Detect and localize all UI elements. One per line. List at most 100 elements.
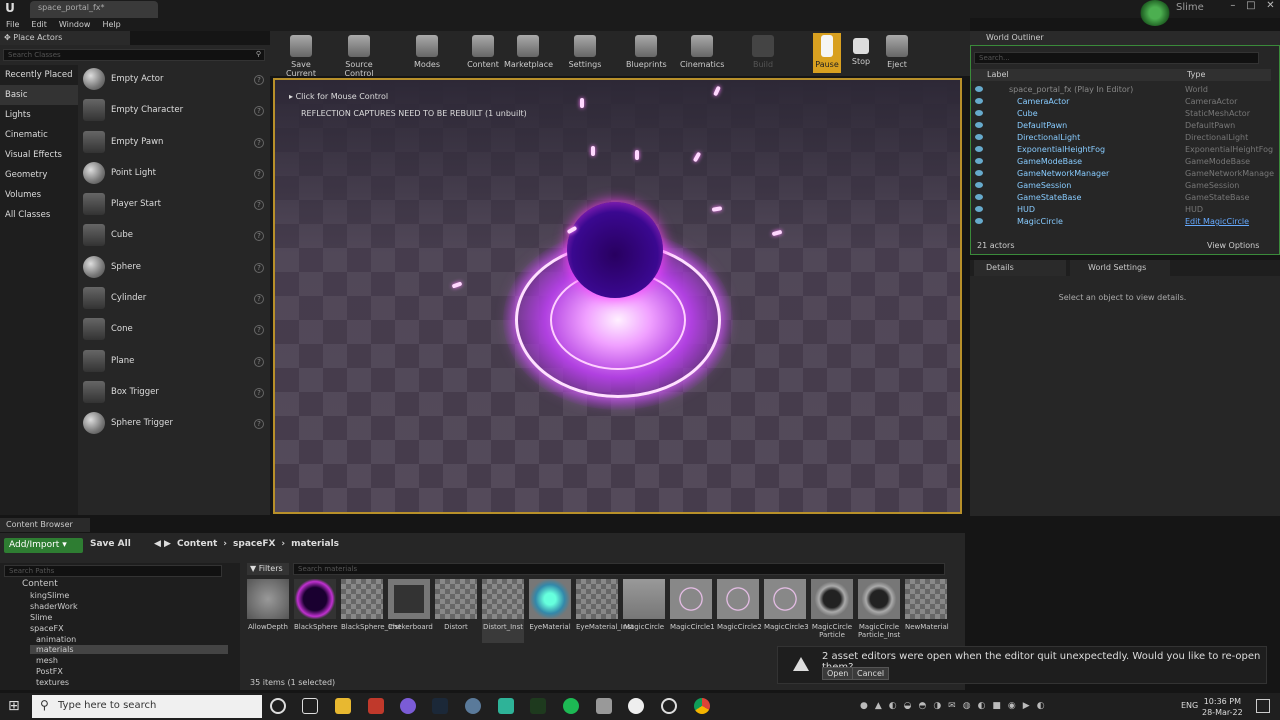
help-icon[interactable]: ? bbox=[254, 106, 264, 117]
eye-icon[interactable] bbox=[975, 170, 983, 176]
asset-tile[interactable]: MagicCircle Particle bbox=[811, 579, 853, 643]
app-icon[interactable] bbox=[368, 698, 384, 714]
actor-item[interactable]: Empty Character? bbox=[80, 96, 270, 127]
outliner-search-input[interactable]: Search... bbox=[974, 52, 1259, 64]
menu-help[interactable]: Help bbox=[96, 18, 126, 31]
tree-content[interactable]: Content bbox=[22, 579, 58, 589]
tree-animation[interactable]: animation bbox=[36, 635, 76, 644]
stop-button[interactable]: Stop bbox=[848, 33, 874, 73]
breadcrumb-content[interactable]: Content bbox=[177, 539, 217, 549]
steam-icon[interactable] bbox=[432, 698, 448, 714]
tab-details[interactable]: Details bbox=[974, 260, 1066, 276]
tree-materials[interactable]: materials bbox=[30, 645, 228, 654]
cinematics-button[interactable]: Cinematics bbox=[680, 33, 724, 73]
add-import-button[interactable]: Add/Import ▾ bbox=[4, 538, 83, 553]
eye-icon[interactable] bbox=[975, 146, 983, 152]
language-indicator[interactable]: ENG bbox=[1181, 701, 1198, 710]
table-row[interactable]: HUD HUD bbox=[971, 204, 1271, 216]
help-icon[interactable]: ? bbox=[254, 325, 264, 336]
asset-tile[interactable]: AllowDepth bbox=[247, 579, 289, 643]
help-icon[interactable]: ? bbox=[254, 356, 264, 367]
asset-tile[interactable]: Distort bbox=[435, 579, 477, 643]
notifications-icon[interactable] bbox=[1256, 699, 1270, 713]
eye-icon[interactable] bbox=[975, 122, 983, 128]
table-row[interactable]: DirectionalLight DirectionalLight bbox=[971, 132, 1271, 144]
tree-postfx[interactable]: PostFX bbox=[36, 667, 63, 676]
world-outliner-tab[interactable]: World Outliner bbox=[970, 31, 1280, 45]
table-row[interactable]: GameSession GameSession bbox=[971, 180, 1271, 192]
close-icon[interactable]: ✕ bbox=[1266, 0, 1274, 16]
asset-tile[interactable]: EyeMaterial_Inst bbox=[576, 579, 634, 643]
tab-world-settings[interactable]: World Settings bbox=[1070, 260, 1170, 276]
category-visual-effects[interactable]: Visual Effects bbox=[0, 145, 78, 165]
actor-item[interactable]: Plane? bbox=[80, 347, 270, 378]
tree-shaderwork[interactable]: shaderWork bbox=[30, 602, 78, 611]
table-row[interactable]: GameNetworkManager GameNetworkManage bbox=[971, 168, 1274, 180]
system-tray-icons[interactable]: ●▲◐◒◓◑✉◍◐■◉▶◐ bbox=[860, 701, 1170, 713]
app-icon[interactable] bbox=[465, 698, 481, 714]
actor-item[interactable]: Point Light? bbox=[80, 159, 270, 190]
help-icon[interactable]: ? bbox=[254, 387, 264, 398]
cortana-icon[interactable] bbox=[270, 698, 286, 714]
table-row[interactable]: MagicCircle Edit MagicCircle bbox=[971, 216, 1271, 228]
table-row[interactable]: Cube StaticMeshActor bbox=[971, 108, 1271, 120]
clock[interactable]: 10:36 PM 28-Mar-22 bbox=[1202, 696, 1243, 718]
maya-icon[interactable] bbox=[498, 698, 514, 714]
actor-item[interactable]: Box Trigger? bbox=[80, 378, 270, 409]
tree-spacefx[interactable]: spaceFX bbox=[30, 624, 64, 633]
asset-tile[interactable]: MagicCircle2 bbox=[717, 579, 762, 643]
help-icon[interactable]: ? bbox=[254, 200, 264, 211]
table-row[interactable]: ExponentialHeightFog ExponentialHeightFog bbox=[971, 144, 1273, 156]
actor-item[interactable]: Empty Actor? bbox=[80, 65, 270, 96]
save-current-button[interactable]: Save Current bbox=[275, 33, 327, 78]
open-button[interactable]: Open bbox=[822, 667, 854, 680]
spotify-icon[interactable] bbox=[563, 698, 579, 714]
asset-tile[interactable]: Distort_Inst bbox=[482, 579, 524, 643]
minimize-icon[interactable]: – bbox=[1230, 0, 1235, 16]
asset-tile[interactable]: MagicCircle1 bbox=[670, 579, 715, 643]
designer-icon[interactable] bbox=[530, 698, 546, 714]
back-icon[interactable]: ◀ ▶ bbox=[154, 539, 171, 549]
breadcrumb-materials[interactable]: materials bbox=[291, 539, 339, 549]
category-all-classes[interactable]: All Classes bbox=[0, 205, 78, 225]
task-view-icon[interactable] bbox=[302, 698, 318, 714]
chrome-icon[interactable] bbox=[694, 698, 710, 714]
actor-item[interactable]: Player Start? bbox=[80, 190, 270, 221]
eye-icon[interactable] bbox=[975, 218, 983, 224]
asset-tile[interactable]: EyeMaterial bbox=[529, 579, 571, 643]
unreal-engine-icon[interactable] bbox=[628, 698, 644, 714]
breadcrumb-spacefx[interactable]: spaceFX bbox=[233, 539, 275, 549]
table-row[interactable]: GameModeBase GameModeBase bbox=[971, 156, 1271, 168]
view-options-button[interactable]: View Options bbox=[1207, 241, 1259, 250]
eye-icon[interactable] bbox=[975, 110, 983, 116]
help-icon[interactable]: ? bbox=[254, 262, 264, 273]
maximize-icon[interactable]: □ bbox=[1246, 0, 1255, 16]
build-button[interactable]: Build bbox=[748, 33, 778, 73]
eye-icon[interactable] bbox=[975, 182, 983, 188]
category-volumes[interactable]: Volumes bbox=[0, 185, 78, 205]
place-actors-tab[interactable]: ✥ Place Actors bbox=[0, 31, 130, 45]
content-button[interactable]: Content bbox=[466, 33, 500, 73]
eye-icon[interactable] bbox=[975, 194, 983, 200]
save-all-button[interactable]: Save All bbox=[90, 539, 131, 549]
table-row[interactable]: GameStateBase GameStateBase bbox=[971, 192, 1271, 204]
actor-item[interactable]: Cylinder? bbox=[80, 284, 270, 315]
help-icon[interactable]: ? bbox=[254, 168, 264, 179]
actor-item[interactable]: Sphere Trigger? bbox=[80, 409, 270, 440]
asset-tile[interactable]: Chekerboard bbox=[388, 579, 433, 643]
taskbar-search-input[interactable]: ⚲ Type here to search bbox=[32, 695, 262, 718]
menu-window[interactable]: Window bbox=[53, 18, 97, 31]
table-row[interactable]: CameraActor CameraActor bbox=[971, 96, 1271, 108]
tree-mesh[interactable]: mesh bbox=[36, 656, 58, 665]
help-icon[interactable]: ? bbox=[254, 137, 264, 148]
document-tab[interactable]: space_portal_fx* bbox=[30, 1, 158, 18]
category-lights[interactable]: Lights bbox=[0, 105, 78, 125]
asset-tile[interactable]: MagicCircle3 bbox=[764, 579, 809, 643]
actor-item[interactable]: Empty Pawn? bbox=[80, 128, 270, 159]
actor-item[interactable]: Cube? bbox=[80, 221, 270, 252]
cancel-button[interactable]: Cancel bbox=[852, 667, 890, 680]
category-geometry[interactable]: Geometry bbox=[0, 165, 78, 185]
asset-tile[interactable]: BlackSphere bbox=[294, 579, 338, 643]
eye-icon[interactable] bbox=[975, 134, 983, 140]
asset-tile[interactable]: MagicCircle bbox=[623, 579, 665, 643]
